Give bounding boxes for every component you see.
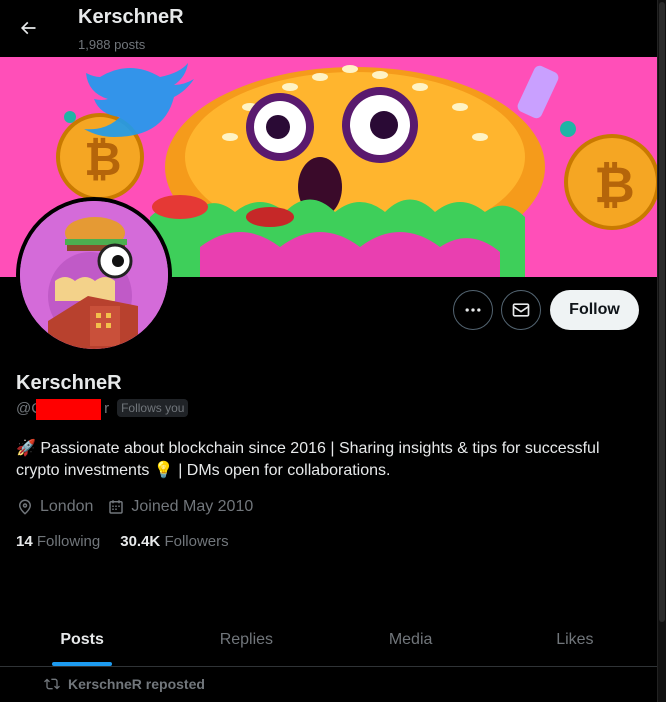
profile-tabs: Posts Replies Media Likes — [0, 614, 657, 667]
following-link[interactable]: 14 Following — [16, 533, 100, 550]
handle-prefix: @ — [16, 399, 32, 417]
more-horizontal-icon — [465, 308, 481, 312]
profile-stats: 14 Following 30.4K Followers — [16, 533, 249, 550]
avatar-image — [20, 201, 168, 349]
location-text: London — [40, 498, 94, 515]
top-bar: KerschneR 1,988 posts — [0, 0, 657, 57]
back-button[interactable] — [14, 14, 42, 42]
profile-meta: London Joined May 2010 — [16, 496, 267, 518]
header-title: KerschneR — [78, 6, 184, 28]
active-tab-indicator — [52, 662, 113, 666]
mail-icon — [512, 303, 530, 317]
location-item: London — [16, 498, 93, 516]
location-pin-icon — [19, 499, 31, 515]
joined-item: Joined May 2010 — [107, 498, 253, 516]
avatar[interactable] — [16, 197, 172, 353]
profile-bio: 🚀 Passionate about blockchain since 2016… — [16, 438, 646, 482]
profile-handle: @Cr — [16, 398, 110, 420]
message-button[interactable] — [501, 290, 541, 330]
tab-replies[interactable]: Replies — [164, 614, 328, 666]
repost-indicator: KerschneR reposted — [44, 676, 205, 692]
calendar-icon — [109, 500, 124, 514]
header-post-count: 1,988 posts — [78, 37, 146, 52]
handle-last: r — [104, 399, 110, 417]
followers-link[interactable]: 30.4K Followers — [120, 533, 228, 550]
redaction-box — [36, 398, 101, 420]
following-label: Following — [36, 533, 101, 550]
tab-media[interactable]: Media — [329, 614, 493, 666]
follows-you-badge: Follows you — [117, 399, 189, 417]
bio-line-2: crypto investments 💡 | DMs open for coll… — [16, 462, 391, 479]
tab-label: Media — [388, 631, 433, 648]
tab-posts[interactable]: Posts — [0, 614, 164, 666]
svg-text:₿: ₿ — [594, 157, 635, 213]
following-count: 14 — [16, 533, 33, 550]
tab-label: Posts — [60, 631, 104, 648]
profile-name: KerschneR — [16, 372, 122, 394]
scrollbar-thumb[interactable] — [659, 2, 665, 622]
followers-label: Followers — [164, 533, 229, 550]
more-button[interactable] — [453, 290, 493, 330]
repost-icon — [44, 678, 60, 690]
arrow-left-icon — [20, 21, 36, 35]
bio-line-1: 🚀 Passionate about blockchain since 2016… — [16, 440, 600, 457]
tab-label: Likes — [556, 631, 594, 648]
repost-label: KerschneR reposted — [68, 676, 205, 692]
joined-text: Joined May 2010 — [131, 498, 254, 515]
svg-text:₿: ₿ — [84, 133, 122, 185]
handle-row: @Cr Follows you — [16, 398, 189, 420]
tab-label: Replies — [219, 631, 274, 648]
tab-likes[interactable]: Likes — [493, 614, 657, 666]
follow-button[interactable]: Follow — [550, 290, 639, 330]
followers-count: 30.4K — [120, 533, 161, 550]
scrollbar[interactable] — [657, 0, 666, 702]
